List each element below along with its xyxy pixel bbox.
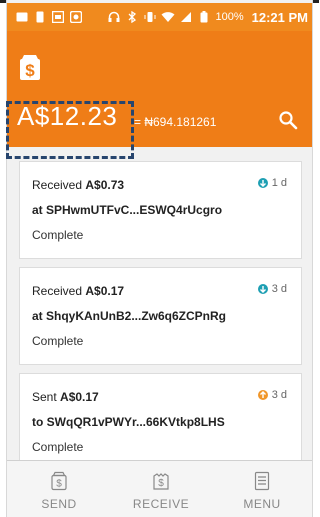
transaction-status: Complete xyxy=(32,228,84,242)
transaction-status: Complete xyxy=(32,334,84,348)
sent-arrow-icon xyxy=(257,390,268,400)
image-icon xyxy=(51,10,65,24)
signal-icon xyxy=(179,10,193,24)
transaction-age: 3 d xyxy=(257,389,287,401)
send-icon: $ xyxy=(49,471,69,491)
menu-button[interactable]: MENU xyxy=(212,461,312,517)
svg-text:$: $ xyxy=(158,478,164,489)
headphones-icon xyxy=(107,10,121,24)
transaction-list[interactable]: Received A$0.73 1 d at SPHwmUTFvC...ESWQ… xyxy=(7,147,312,471)
menu-icon xyxy=(252,471,272,491)
receive-label: RECEIVE xyxy=(132,497,190,511)
transaction-address: at ShqyKAnUnB2...Zw6q6ZCPnRg xyxy=(32,309,227,323)
received-arrow-icon xyxy=(257,178,268,188)
transaction-card[interactable]: Received A$0.17 3 d at ShqyKAnUnB2...Zw6… xyxy=(19,267,302,365)
bottom-nav: $ SEND $ RECEIVE MENU xyxy=(7,460,312,517)
transaction-card[interactable]: Sent A$0.17 3 d to SWqQR1vPWYr...66KVtkp… xyxy=(19,373,302,471)
app-window: 100% 12:21 PM $ A$12.23 = ₦694.181261 Re… xyxy=(6,0,313,517)
menu-label: MENU xyxy=(243,497,281,511)
notification-icon xyxy=(33,10,47,24)
transaction-status: Complete xyxy=(32,440,84,454)
send-button[interactable]: $ SEND xyxy=(9,461,109,517)
wifi-icon xyxy=(161,10,175,24)
receive-button[interactable]: $ RECEIVE xyxy=(111,461,211,517)
status-bar: 100% 12:21 PM xyxy=(7,3,312,31)
converted-balance: = ₦694.181261 xyxy=(134,115,217,129)
transaction-title: Received A$0.73 xyxy=(32,178,125,192)
transaction-age: 1 d xyxy=(257,177,287,189)
battery-percent: 100% xyxy=(215,11,244,23)
search-icon[interactable] xyxy=(278,110,298,130)
transaction-card[interactable]: Received A$0.73 1 d at SPHwmUTFvC...ESWQ… xyxy=(19,161,302,259)
highlight-annotation xyxy=(6,101,134,159)
battery-icon xyxy=(197,10,211,24)
wallet-logo-icon: $ xyxy=(19,53,41,81)
receive-icon: $ xyxy=(151,471,171,491)
svg-text:$: $ xyxy=(25,61,35,80)
received-arrow-icon xyxy=(257,284,268,294)
transaction-address: at SPHwmUTFvC...ESWQ4rUcgro xyxy=(32,203,223,217)
clock: 12:21 PM xyxy=(251,9,308,25)
transaction-title: Sent A$0.17 xyxy=(32,390,99,404)
transaction-title: Received A$0.17 xyxy=(32,284,125,298)
camera-icon xyxy=(69,10,83,24)
svg-text:$: $ xyxy=(56,479,62,490)
transaction-address: to SWqQR1vPWYr...66KVtkp8LHS xyxy=(32,415,225,429)
vibrate-icon xyxy=(143,10,157,24)
send-label: SEND xyxy=(41,497,77,511)
transaction-age: 3 d xyxy=(257,283,287,295)
message-icon xyxy=(15,10,29,24)
bluetooth-icon xyxy=(125,10,139,24)
